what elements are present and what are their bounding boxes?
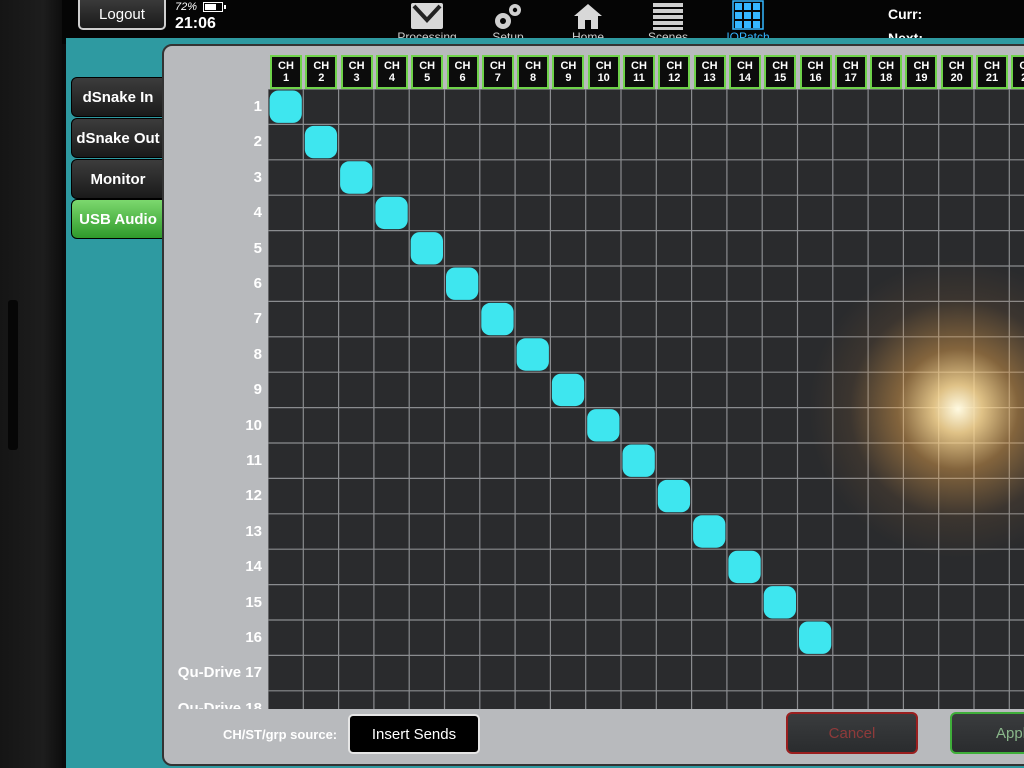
row-label: 13: [245, 522, 262, 540]
patch-point[interactable]: [304, 125, 338, 159]
patch-point[interactable]: [587, 409, 620, 442]
patch-point[interactable]: [481, 302, 514, 336]
patch-point[interactable]: [763, 586, 796, 619]
column-header[interactable]: CH 13: [693, 55, 726, 89]
patch-point[interactable]: [728, 550, 761, 584]
home-icon: [553, 0, 623, 30]
patch-point[interactable]: [375, 196, 408, 230]
column-header[interactable]: CH 17: [834, 55, 867, 89]
row-label: 12: [245, 487, 262, 505]
column-header[interactable]: CH 12: [658, 55, 691, 89]
row-label: 14: [245, 558, 262, 576]
column-header[interactable]: CH 18: [870, 55, 903, 89]
row-label: 8: [253, 345, 262, 363]
row-label: 4: [253, 204, 262, 222]
current-scene-label: Curr:: [888, 6, 923, 22]
column-header[interactable]: CH 20: [940, 55, 973, 89]
row-label: 15: [245, 593, 262, 611]
patch-point[interactable]: [622, 444, 655, 477]
row-label: 16: [245, 629, 262, 646]
patch-matrix[interactable]: [268, 89, 1024, 709]
column-header[interactable]: CH 15: [764, 55, 797, 89]
device-side-button: [8, 300, 18, 450]
column-header[interactable]: CH 6: [446, 55, 479, 89]
column-header[interactable]: CH 11: [623, 55, 655, 89]
row-label: 5: [253, 239, 262, 257]
battery-status: 72%: [175, 1, 227, 13]
cancel-button[interactable]: Cancel: [786, 712, 918, 754]
source-label: CH/ST/grp source:: [223, 727, 338, 742]
row-labels: 1 2 3 4 5 6 7 8 9 10 11 12 13 14 15 16 Qu-Drive 17 Qu-Dri…: [164, 89, 268, 709]
battery-icon: [203, 2, 227, 12]
row-label: 1: [253, 98, 262, 115]
row-label: Qu-Drive 17: [177, 664, 262, 682]
row-label: 2: [253, 133, 262, 151]
row-label: 10: [245, 416, 262, 434]
column-header[interactable]: CH 3: [340, 55, 373, 89]
column-header[interactable]: CH 16: [799, 55, 832, 89]
column-header[interactable]: CH 4: [375, 55, 408, 89]
column-headers: CH 1 CH 2 CH 3 CH 4 CH 5 CH 6 CH 7 CH 8 CH 9 CH 10 CH 11 CH 12 C…: [268, 53, 1024, 89]
tab-dsnake-in[interactable]: dSnake In: [71, 77, 165, 117]
logout-button[interactable]: Logout: [78, 0, 166, 30]
row-label: 7: [253, 310, 262, 328]
patch-point[interactable]: [657, 479, 691, 513]
gears-icon: [473, 0, 543, 30]
patch-point[interactable]: [410, 232, 443, 265]
row-label: 6: [253, 275, 262, 292]
column-header[interactable]: CH 19: [905, 55, 938, 89]
patch-point[interactable]: [269, 90, 302, 123]
patch-point[interactable]: [799, 621, 832, 654]
source-select-button[interactable]: Insert Sends: [348, 714, 480, 754]
scenes-icon: [633, 0, 703, 30]
battery-level: 72%: [175, 1, 198, 13]
device-bezel: [0, 0, 62, 768]
tab-dsnake-out[interactable]: dSnake Out: [71, 118, 165, 158]
row-label: 9: [253, 381, 262, 399]
column-header[interactable]: CH 7: [481, 55, 514, 89]
column-header[interactable]: CH 1: [270, 55, 302, 89]
clock: 21:06: [175, 15, 216, 32]
apply-button[interactable]: Apply: [950, 712, 1024, 754]
patch-point[interactable]: [340, 161, 373, 194]
column-header[interactable]: CH 2: [305, 55, 338, 89]
processing-icon: [392, 0, 462, 30]
row-label: Qu-Drive 18: [177, 699, 262, 709]
patch-point[interactable]: [551, 373, 585, 407]
iopatch-grid-icon: [713, 0, 783, 30]
row-label: 3: [253, 168, 262, 186]
tab-monitor[interactable]: Monitor: [71, 159, 165, 199]
column-header[interactable]: CH 14: [728, 55, 761, 89]
column-header[interactable]: CH22: [1011, 55, 1024, 89]
tab-usb-audio[interactable]: USB Audio: [71, 199, 165, 239]
column-header[interactable]: CH 10: [587, 55, 620, 89]
patch-point[interactable]: [693, 515, 726, 548]
column-header[interactable]: CH 21: [976, 55, 1008, 89]
patch-grid[interactable]: [268, 89, 1024, 709]
row-label: 11: [246, 452, 262, 469]
patch-point[interactable]: [446, 267, 479, 300]
column-header[interactable]: CH 5: [411, 55, 444, 89]
column-header[interactable]: CH 9: [552, 55, 585, 89]
patch-point[interactable]: [516, 338, 549, 371]
column-header[interactable]: CH 8: [517, 55, 550, 89]
